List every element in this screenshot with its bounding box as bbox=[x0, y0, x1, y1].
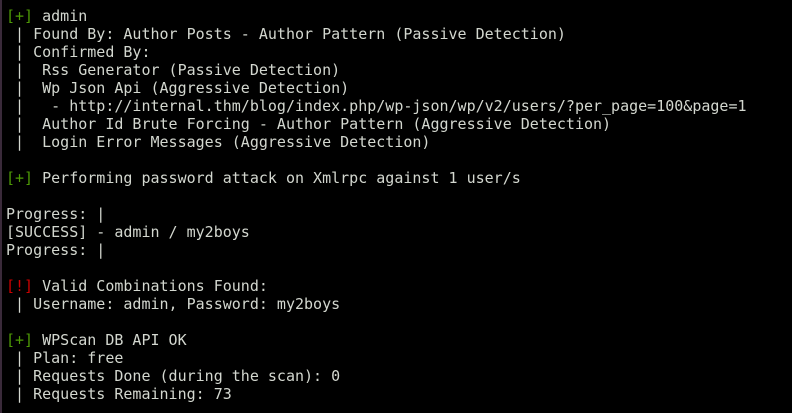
line-text: Progress: | bbox=[6, 205, 106, 223]
success-marker: [+] bbox=[6, 7, 34, 25]
line-text: Valid Combinations Found: bbox=[33, 277, 268, 295]
terminal-output: [+] admin | Found By: Author Posts - Aut… bbox=[6, 7, 747, 403]
terminal-line: | Author Id Brute Forcing - Author Patte… bbox=[6, 115, 747, 133]
line-text: [SUCCESS] - admin / my2boys bbox=[6, 223, 250, 241]
line-text: | Requests Remaining: 73 bbox=[6, 385, 232, 403]
terminal-line: [SUCCESS] - admin / my2boys bbox=[6, 223, 747, 241]
line-text: admin bbox=[33, 7, 88, 25]
terminal-line: | Wp Json Api (Aggressive Detection) bbox=[6, 79, 747, 97]
line-text: Progress: | bbox=[6, 241, 106, 259]
terminal-line: Progress: | bbox=[6, 205, 747, 223]
line-text: | Username: admin, Password: my2boys bbox=[6, 295, 341, 313]
terminal-line: | Username: admin, Password: my2boys bbox=[6, 295, 747, 313]
terminal-line: | Requests Remaining: 73 bbox=[6, 385, 747, 403]
line-text: | - http://internal.thm/blog/index.php/w… bbox=[6, 97, 747, 115]
terminal-line: [!] Valid Combinations Found: bbox=[6, 277, 747, 295]
line-text: | Plan: free bbox=[6, 349, 124, 367]
terminal-line: | - http://internal.thm/blog/index.php/w… bbox=[6, 97, 747, 115]
terminal-line: | Plan: free bbox=[6, 349, 747, 367]
line-text: | Rss Generator (Passive Detection) bbox=[6, 61, 341, 79]
line-text: Performing password attack on Xmlrpc aga… bbox=[33, 169, 521, 187]
terminal-line: | Rss Generator (Passive Detection) bbox=[6, 61, 747, 79]
terminal-line: | Found By: Author Posts - Author Patter… bbox=[6, 25, 747, 43]
success-marker: [+] bbox=[6, 169, 34, 187]
line-text: | Requests Done (during the scan): 0 bbox=[6, 367, 341, 385]
line-text: | Found By: Author Posts - Author Patter… bbox=[6, 25, 566, 43]
terminal-line: Progress: | bbox=[6, 241, 747, 259]
line-text: | Login Error Messages (Aggressive Detec… bbox=[6, 133, 431, 151]
alert-marker: [!] bbox=[6, 277, 34, 295]
terminal-line: [+] Performing password attack on Xmlrpc… bbox=[6, 169, 747, 187]
terminal-line: | Login Error Messages (Aggressive Detec… bbox=[6, 133, 747, 151]
terminal-line: | Confirmed By: bbox=[6, 43, 747, 61]
window-edge bbox=[0, 0, 2, 413]
line-text: | Wp Json Api (Aggressive Detection) bbox=[6, 79, 350, 97]
terminal-line: [+] admin bbox=[6, 7, 747, 25]
terminal-line: | Requests Done (during the scan): 0 bbox=[6, 367, 747, 385]
line-text: | Author Id Brute Forcing - Author Patte… bbox=[6, 115, 612, 133]
line-text: WPScan DB API OK bbox=[33, 331, 187, 349]
terminal-line: [+] WPScan DB API OK bbox=[6, 331, 747, 349]
success-marker: [+] bbox=[6, 331, 34, 349]
line-text: | Confirmed By: bbox=[6, 43, 151, 61]
